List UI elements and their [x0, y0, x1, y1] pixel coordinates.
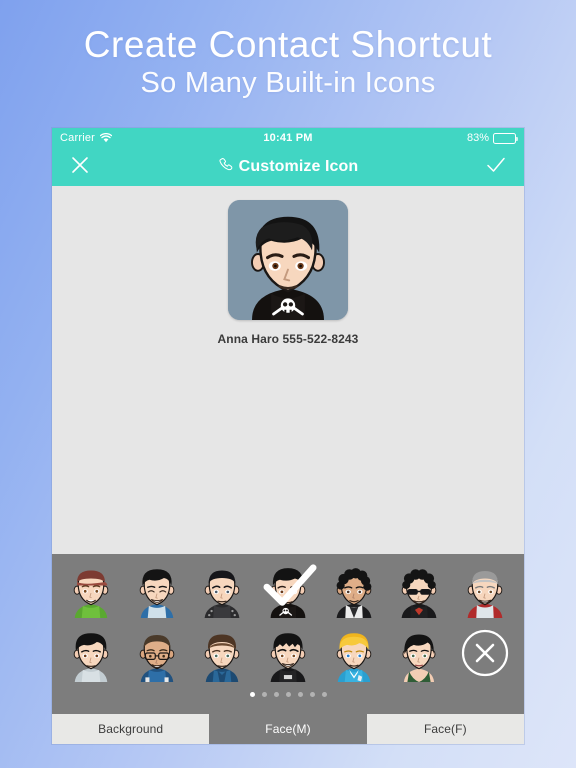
- preview-section: Anna Haro 555-522-8243: [52, 200, 524, 346]
- nav-bar: Customize Icon: [52, 148, 524, 186]
- status-right: 83%: [466, 132, 518, 144]
- icon-cell-avatar-glasses-blue-shirt[interactable]: [128, 624, 186, 682]
- checkmark-icon: [485, 155, 507, 180]
- status-left: Carrier: [60, 132, 113, 144]
- preview-avatar[interactable]: [228, 200, 348, 320]
- tab-bar: Background Face(M) Face(F): [52, 714, 524, 744]
- icon-cell-avatar-female-green-tank[interactable]: [390, 624, 448, 682]
- circle-x-icon: [461, 629, 509, 677]
- icon-cell-avatar-maroon-cap-green-shirt[interactable]: [62, 560, 120, 618]
- icon-picker: [52, 554, 524, 714]
- tab-face-male[interactable]: Face(M): [209, 714, 367, 744]
- battery-percent-label: 83%: [466, 132, 489, 144]
- tab-face-female[interactable]: Face(F): [366, 714, 524, 744]
- icon-cell-avatar-buzzcut-black-jacket[interactable]: [193, 560, 251, 618]
- nav-title-text: Customize Icon: [238, 158, 359, 175]
- icon-cell-avatar-blonde-blue-polo[interactable]: [325, 624, 383, 682]
- page-dot-4[interactable]: [285, 691, 291, 697]
- preview-label: Anna Haro 555-522-8243: [217, 332, 359, 346]
- page-dot-5[interactable]: [297, 691, 303, 697]
- close-button[interactable]: [52, 148, 108, 186]
- done-button[interactable]: [468, 148, 524, 186]
- page-dot-3[interactable]: [273, 691, 279, 697]
- nav-title: Customize Icon: [52, 156, 524, 178]
- icon-cell-avatar-black-hair-gray-shirt[interactable]: [62, 624, 120, 682]
- icon-cell-avatar-curly-hair-white-jacket[interactable]: [325, 560, 383, 618]
- tab-background[interactable]: Background: [52, 714, 210, 744]
- promo-title: Create Contact Shortcut: [83, 24, 493, 65]
- icon-row-2: [60, 624, 516, 682]
- page-dot-2[interactable]: [261, 691, 267, 697]
- status-time: 10:41 PM: [263, 132, 313, 144]
- clear-icon-button[interactable]: [456, 624, 514, 682]
- page-dot-7[interactable]: [321, 691, 327, 697]
- promo-headline: Create Contact Shortcut So Many Built-in…: [0, 24, 576, 101]
- icon-cell-avatar-sunglasses-red-logo-tee[interactable]: [390, 560, 448, 618]
- device-screen: Carrier 10:41 PM 83% Customize Icon Anna…: [52, 128, 524, 744]
- status-bar: Carrier 10:41 PM 83%: [52, 128, 524, 148]
- icon-cell-avatar-gray-hair-red-raglan[interactable]: [456, 560, 514, 618]
- icon-cell-avatar-beanie-skull-tee[interactable]: [259, 560, 317, 618]
- icon-row-1: [60, 560, 516, 618]
- icon-cell-avatar-black-hair-blue-shirt[interactable]: [128, 560, 186, 618]
- phone-handset-icon: [218, 156, 235, 178]
- close-icon: [70, 155, 90, 180]
- battery-icon: [493, 132, 518, 144]
- icon-cell-avatar-spiky-hair-black-tee[interactable]: [259, 624, 317, 682]
- icon-cell-avatar-brown-hair-blue-collar[interactable]: [193, 624, 251, 682]
- promo-subtitle: So Many Built-in Icons: [140, 66, 436, 99]
- wifi-icon: [100, 133, 113, 143]
- content-area: Anna Haro 555-522-8243: [52, 186, 524, 554]
- page-dot-6[interactable]: [309, 691, 315, 697]
- page-dot-1[interactable]: [249, 691, 255, 697]
- carrier-label: Carrier: [60, 132, 96, 144]
- page-dots[interactable]: [60, 688, 516, 700]
- app-root: Create Contact Shortcut So Many Built-in…: [0, 0, 576, 768]
